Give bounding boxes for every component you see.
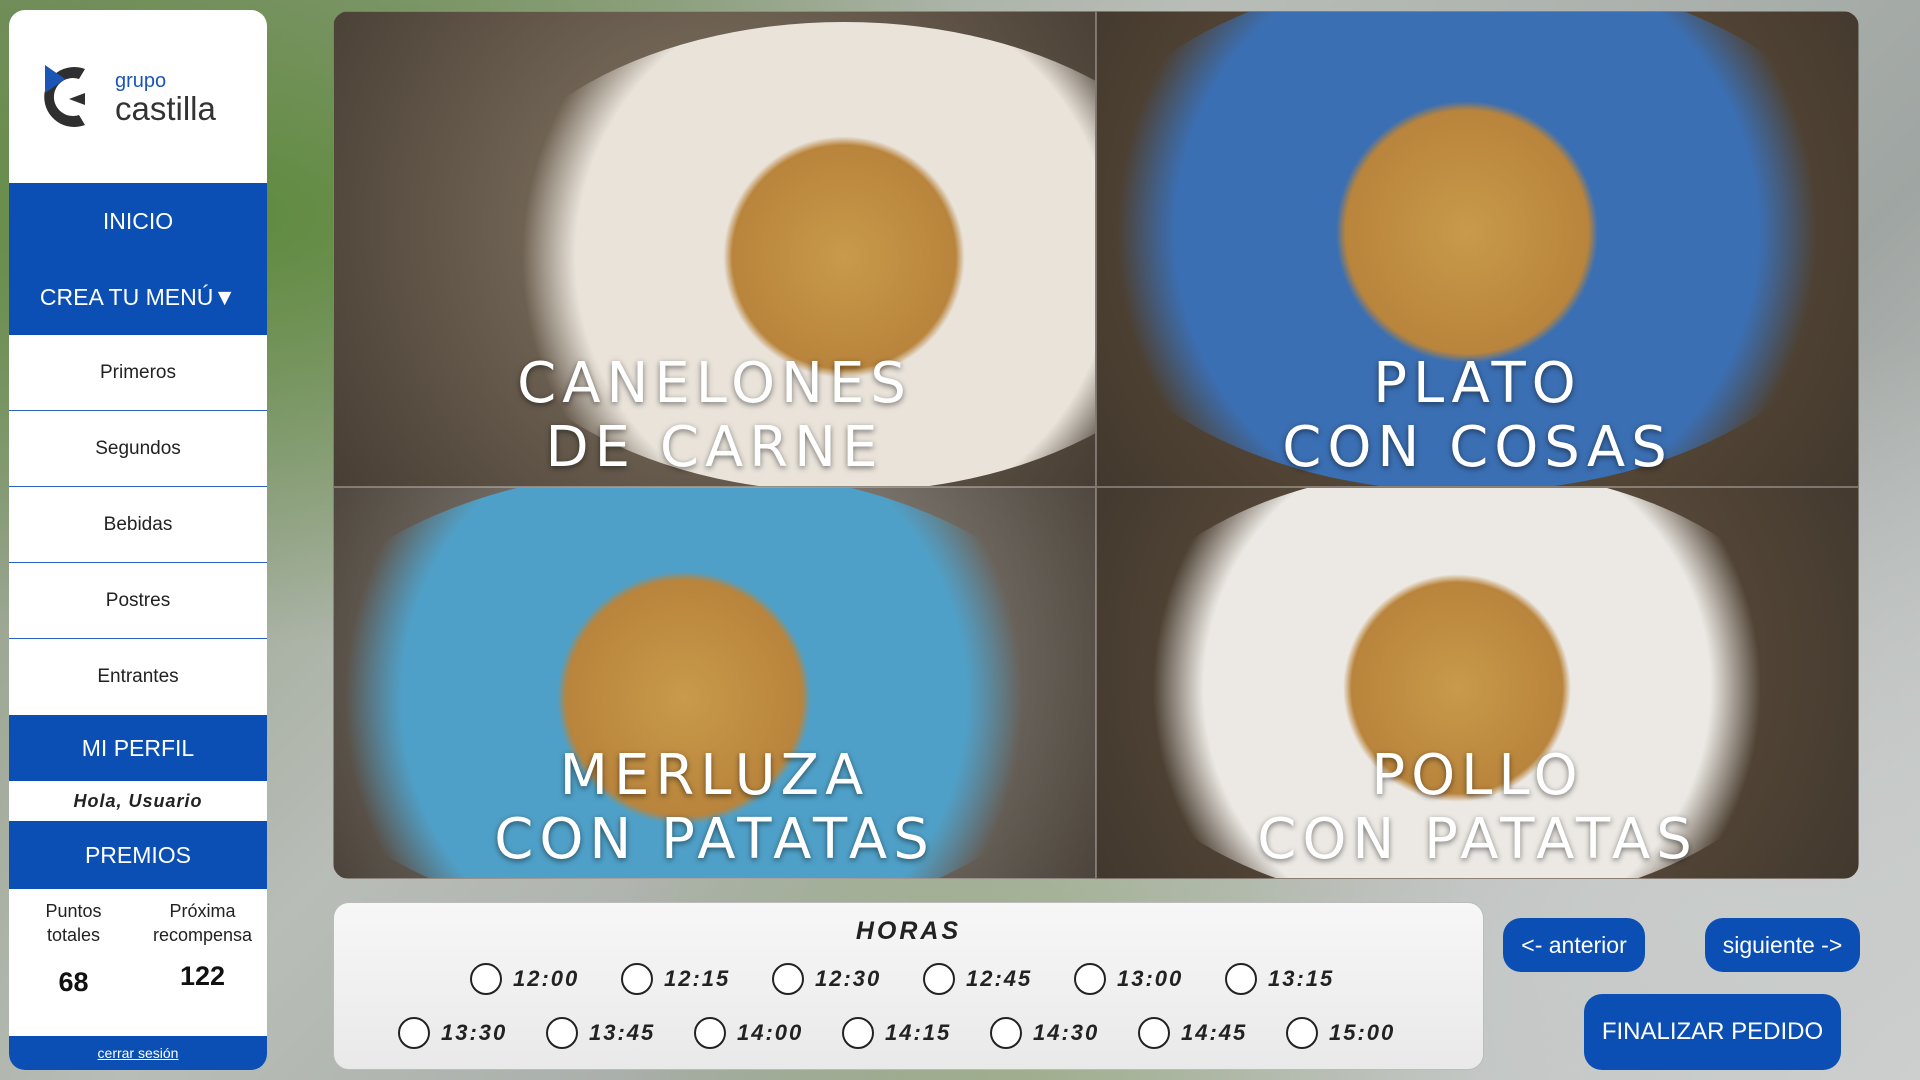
next-reward: Próxima recompensa 122 [138,889,267,1029]
time-radio[interactable] [621,963,653,995]
next-reward-value: 122 [179,961,226,991]
nav-inicio[interactable]: INICIO [9,183,267,259]
nav-mi-perfil[interactable]: MI PERFIL [9,715,267,781]
time-slot[interactable]: 14:45 [1138,1017,1247,1049]
brand-name: grupo castilla [115,71,216,125]
hours-panel: HORAS 12:00 12:15 12:30 12:45 13:00 13:15 13:… [333,902,1484,1070]
total-points: Puntos totales 68 [9,889,138,1029]
time-slot[interactable]: 13:45 [546,1017,655,1049]
dish-title-line1: MERLUZA [559,743,870,808]
dish-title: POLLO CON PATATAS [1097,744,1858,872]
dish-title-line2: CON PATATAS [494,807,935,872]
time-slot[interactable]: 13:30 [398,1017,507,1049]
points-summary: Puntos totales 68 Próxima recompensa 122 [9,889,267,1029]
sidebar: grupo castilla INICIO CREA TU MENÚ▼ Prim… [9,10,267,1070]
dish-title-line1: CANELONES [517,351,912,416]
logout-link[interactable]: cerrar sesión [98,1045,179,1061]
time-slot[interactable]: 14:30 [990,1017,1099,1049]
time-label: 13:45 [589,1020,656,1045]
finish-order-button[interactable]: FINALIZAR PEDIDO [1584,994,1841,1070]
time-radio[interactable] [546,1017,578,1049]
menu-item-postres[interactable]: Postres [9,563,267,639]
menu-item-segundos[interactable]: Segundos [9,411,267,487]
time-label: 12:00 [513,966,580,991]
time-radio[interactable] [1074,963,1106,995]
brand-logo[interactable]: grupo castilla [9,10,267,183]
dish-card-merluza[interactable]: MERLUZA CON PATATAS [333,487,1096,879]
time-slot[interactable]: 12:45 [923,963,1032,995]
dish-title-line2: CON PATATAS [1257,807,1698,872]
time-radio[interactable] [1138,1017,1170,1049]
nav-crea-menu[interactable]: CREA TU MENÚ▼ [9,259,267,335]
dish-title-line1: PLATO [1373,351,1582,416]
next-button[interactable]: siguiente -> [1705,918,1860,972]
time-slot[interactable]: 15:00 [1286,1017,1395,1049]
total-points-label: Puntos totales [9,899,138,959]
time-radio[interactable] [842,1017,874,1049]
time-slot[interactable]: 13:15 [1225,963,1334,995]
dish-card-canelones[interactable]: CANELONES DE CARNE [333,11,1096,487]
dish-title-line2: CON COSAS [1282,415,1673,480]
dish-card-pollo[interactable]: POLLO CON PATATAS [1096,487,1859,879]
time-slot[interactable]: 14:00 [694,1017,803,1049]
time-label: 12:30 [815,966,882,991]
time-label: 14:00 [737,1020,804,1045]
total-points-value: 68 [58,967,89,997]
next-reward-label: Próxima recompensa [138,899,267,959]
dish-title: PLATO CON COSAS [1097,352,1858,480]
prev-button[interactable]: <- anterior [1503,918,1645,972]
menu-item-bebidas[interactable]: Bebidas [9,487,267,563]
dish-title: CANELONES DE CARNE [334,352,1095,480]
time-radio[interactable] [923,963,955,995]
logo-icon [44,64,85,127]
menu-item-primeros[interactable]: Primeros [9,335,267,411]
time-slot[interactable]: 13:00 [1074,963,1183,995]
total-points-label-1: Puntos [45,901,102,921]
time-label: 13:15 [1268,966,1335,991]
time-radio[interactable] [470,963,502,995]
dish-grid: CANELONES DE CARNE PLATO CON COSAS MERLU… [333,11,1859,879]
time-slot[interactable]: 12:15 [621,963,730,995]
brand-small: grupo [115,69,167,92]
logout-bar: cerrar sesión [9,1036,267,1070]
time-radio[interactable] [990,1017,1022,1049]
time-label: 14:30 [1033,1020,1100,1045]
time-radio[interactable] [398,1017,430,1049]
time-label: 14:15 [885,1020,952,1045]
dish-title: MERLUZA CON PATATAS [334,744,1095,872]
dish-title-line1: POLLO [1371,743,1584,808]
time-slot[interactable]: 14:15 [842,1017,951,1049]
time-label: 12:15 [664,966,731,991]
time-label: 13:00 [1117,966,1184,991]
user-greeting: Hola, Usuario [73,790,203,811]
time-label: 12:45 [966,966,1033,991]
dish-title-line2: DE CARNE [545,415,884,480]
time-label: 14:45 [1181,1020,1248,1045]
time-label: 13:30 [441,1020,508,1045]
time-slot[interactable]: 12:30 [772,963,881,995]
brand-big: castilla [115,89,216,127]
nav-premios[interactable]: PREMIOS [9,821,267,889]
dish-card-plato[interactable]: PLATO CON COSAS [1096,11,1859,487]
menu-item-entrantes[interactable]: Entrantes [9,639,267,715]
time-label: 15:00 [1329,1020,1396,1045]
time-slot[interactable]: 12:00 [470,963,579,995]
next-reward-label-1: Próxima [169,901,236,921]
total-points-label-2: totales [46,925,101,945]
time-radio[interactable] [694,1017,726,1049]
time-radio[interactable] [1286,1017,1318,1049]
time-radio[interactable] [1225,963,1257,995]
time-radio[interactable] [772,963,804,995]
next-reward-label-2: recompensa [152,925,253,945]
hours-title: HORAS [855,917,962,945]
